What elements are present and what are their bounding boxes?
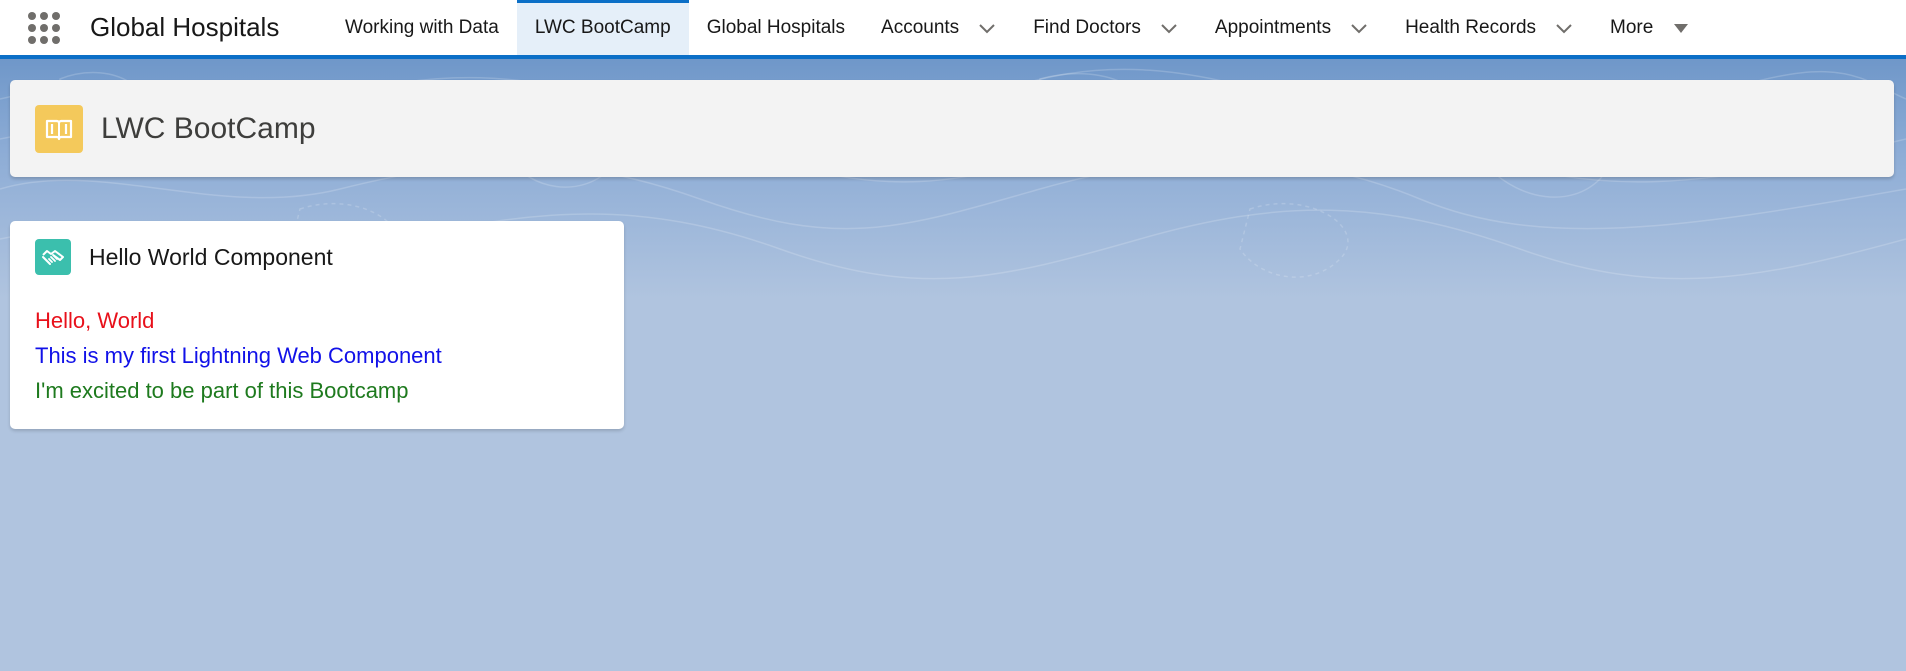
tab-label: Find Doctors (1033, 16, 1141, 38)
tab-label: LWC BootCamp (534, 16, 671, 38)
tab-working-with-data[interactable]: Working with Data (327, 0, 517, 55)
caret-down-icon[interactable] (1673, 20, 1689, 36)
chevron-down-icon[interactable] (1554, 18, 1574, 38)
excitement-text: I'm excited to be part of this Bootcamp (35, 378, 409, 403)
page-title: LWC BootCamp (101, 111, 316, 145)
greeting-text: Hello, World (35, 308, 155, 333)
tab-accounts[interactable]: Accounts (863, 0, 1015, 55)
book-icon (35, 104, 83, 153)
nav-tabs: Working with Data LWC BootCamp Global Ho… (327, 0, 1707, 55)
tab-label: Accounts (881, 16, 960, 38)
tab-appointments[interactable]: Appointments (1197, 0, 1387, 55)
tab-find-doctors[interactable]: Find Doctors (1015, 0, 1197, 55)
tab-more[interactable]: More (1592, 0, 1707, 55)
card-header: Hello World Component (35, 239, 333, 275)
handshake-icon (35, 239, 71, 275)
tab-health-records[interactable]: Health Records (1387, 0, 1592, 55)
top-navigation-bar: Global Hospitals Working with Data LWC B… (0, 0, 1906, 59)
card-body: Hello, World This is my first Lightning … (35, 303, 442, 408)
card-title: Hello World Component (89, 243, 333, 270)
chevron-down-icon[interactable] (1159, 18, 1179, 38)
page-header: LWC BootCamp (10, 80, 1894, 177)
tab-label: Appointments (1214, 16, 1332, 38)
tab-label: Working with Data (345, 16, 499, 38)
tab-label: More (1610, 16, 1654, 38)
tab-global-hospitals[interactable]: Global Hospitals (689, 0, 863, 55)
intro-text: This is my first Lightning Web Component (35, 343, 442, 368)
tab-label: Health Records (1405, 16, 1537, 38)
chevron-down-icon[interactable] (1349, 18, 1369, 38)
app-name: Global Hospitals (90, 12, 280, 42)
hello-world-card: Hello World Component Hello, World This … (10, 221, 624, 429)
app-launcher-icon[interactable] (28, 11, 60, 44)
tab-lwc-bootcamp[interactable]: LWC BootCamp (516, 0, 689, 55)
tab-label: Global Hospitals (706, 16, 846, 38)
chevron-down-icon[interactable] (977, 18, 997, 38)
